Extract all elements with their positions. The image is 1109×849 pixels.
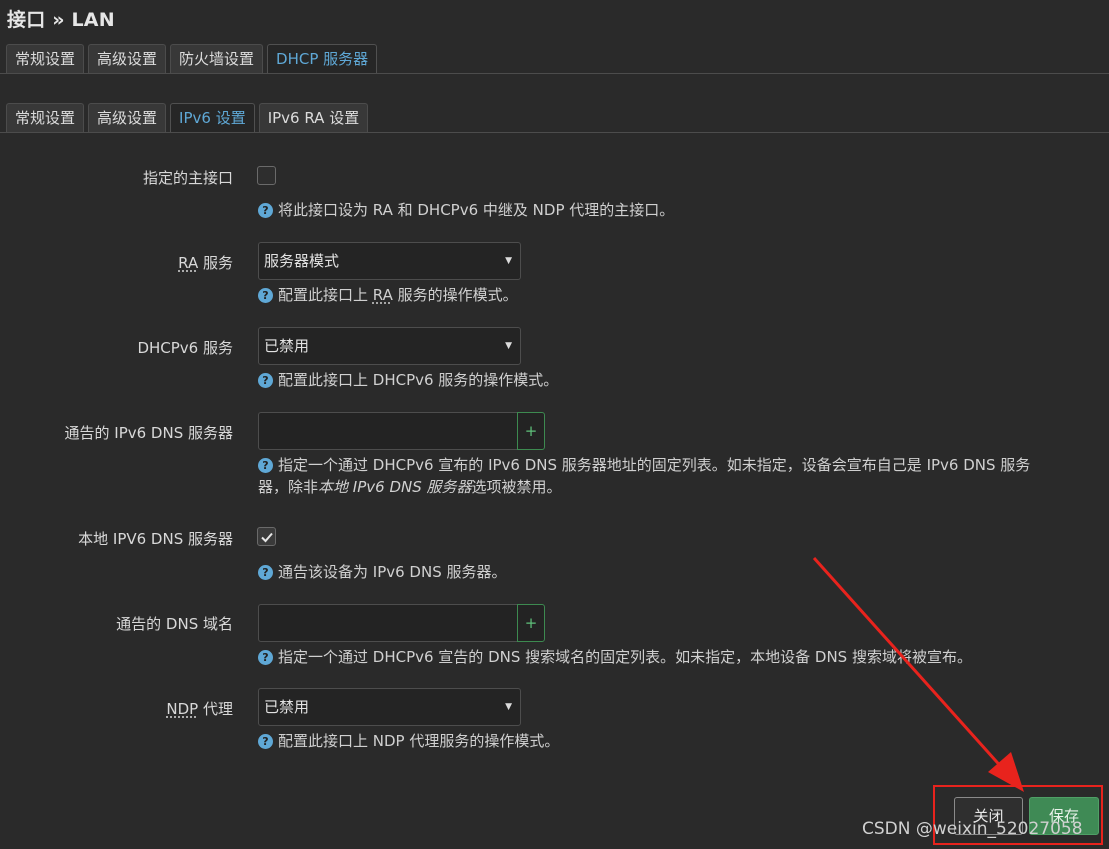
subtab-advanced[interactable]: 高级设置 [88, 103, 167, 132]
domain-input[interactable] [258, 604, 518, 642]
subtab-ipv6[interactable]: IPv6 设置 [170, 103, 255, 132]
tab-dhcp-server[interactable]: DHCP 服务器 [267, 44, 378, 73]
ndp-select[interactable]: 已禁用 ▼ [258, 688, 521, 726]
watermark: CSDN @weixin_52027058 [862, 819, 1083, 839]
ndp-label: NDP 代理 [166, 700, 233, 718]
dns-input[interactable] [258, 412, 518, 450]
master-help: ? 将此接口设为 RA 和 DHCPv6 中继及 NDP 代理的主接口。 [258, 199, 674, 221]
page-title: 接口 » LAN [7, 9, 115, 31]
tab-firewall[interactable]: 防火墙设置 [170, 44, 264, 73]
local-dns-help: ? 通告该设备为 IPv6 DNS 服务器。 [258, 561, 507, 583]
local-dns-checkbox[interactable] [257, 527, 276, 546]
tab-divider [0, 73, 1109, 74]
question-circle-icon: ? [258, 565, 273, 580]
subtab-general[interactable]: 常规设置 [6, 103, 85, 132]
ra-label: RA 服务 [178, 254, 233, 272]
question-circle-icon: ? [258, 203, 273, 218]
main-tabs: 常规设置 高级设置 防火墙设置 DHCP 服务器 [6, 44, 378, 73]
dhcpv6-help: ? 配置此接口上 DHCPv6 服务的操作模式。 [258, 369, 558, 391]
question-circle-icon: ? [258, 650, 273, 665]
caret-down-icon: ▼ [505, 702, 512, 712]
ra-select[interactable]: 服务器模式 ▼ [258, 242, 521, 280]
tab-general[interactable]: 常规设置 [6, 44, 85, 73]
question-circle-icon: ? [258, 734, 273, 749]
dns-help: ? 指定一个通过 DHCPv6 宣布的 IPv6 DNS 服务器地址的固定列表。如… [258, 456, 1031, 496]
sub-tabs: 常规设置 高级设置 IPv6 设置 IPv6 RA 设置 [6, 103, 369, 132]
dhcpv6-label: DHCPv6 服务 [137, 339, 233, 357]
dns-label: 通告的 IPv6 DNS 服务器 [64, 424, 234, 442]
dhcpv6-select[interactable]: 已禁用 ▼ [258, 327, 521, 365]
domain-add-button[interactable]: + [517, 604, 545, 642]
master-label: 指定的主接口 [142, 169, 233, 187]
domain-list: + [258, 604, 545, 642]
subtab-ipv6-ra[interactable]: IPv6 RA 设置 [258, 103, 369, 132]
ra-help: ? 配置此接口上 RA 服务的操作模式。 [258, 284, 518, 306]
local-dns-label: 本地 IPV6 DNS 服务器 [78, 530, 233, 548]
master-checkbox[interactable] [257, 166, 276, 185]
question-circle-icon: ? [258, 458, 273, 473]
checkmark-icon [261, 532, 273, 543]
tab-advanced[interactable]: 高级设置 [88, 44, 167, 73]
domain-label: 通告的 DNS 域名 [116, 615, 233, 633]
question-circle-icon: ? [258, 288, 273, 303]
dns-list: + [258, 412, 545, 450]
caret-down-icon: ▼ [505, 341, 512, 351]
ndp-help: ? 配置此接口上 NDP 代理服务的操作模式。 [258, 730, 559, 752]
caret-down-icon: ▼ [505, 256, 512, 266]
dns-add-button[interactable]: + [517, 412, 545, 450]
domain-help: ? 指定一个通过 DHCPv6 宣告的 DNS 搜索域名的固定列表。如未指定，本地… [258, 646, 972, 668]
subtab-divider [0, 132, 1109, 133]
question-circle-icon: ? [258, 373, 273, 388]
